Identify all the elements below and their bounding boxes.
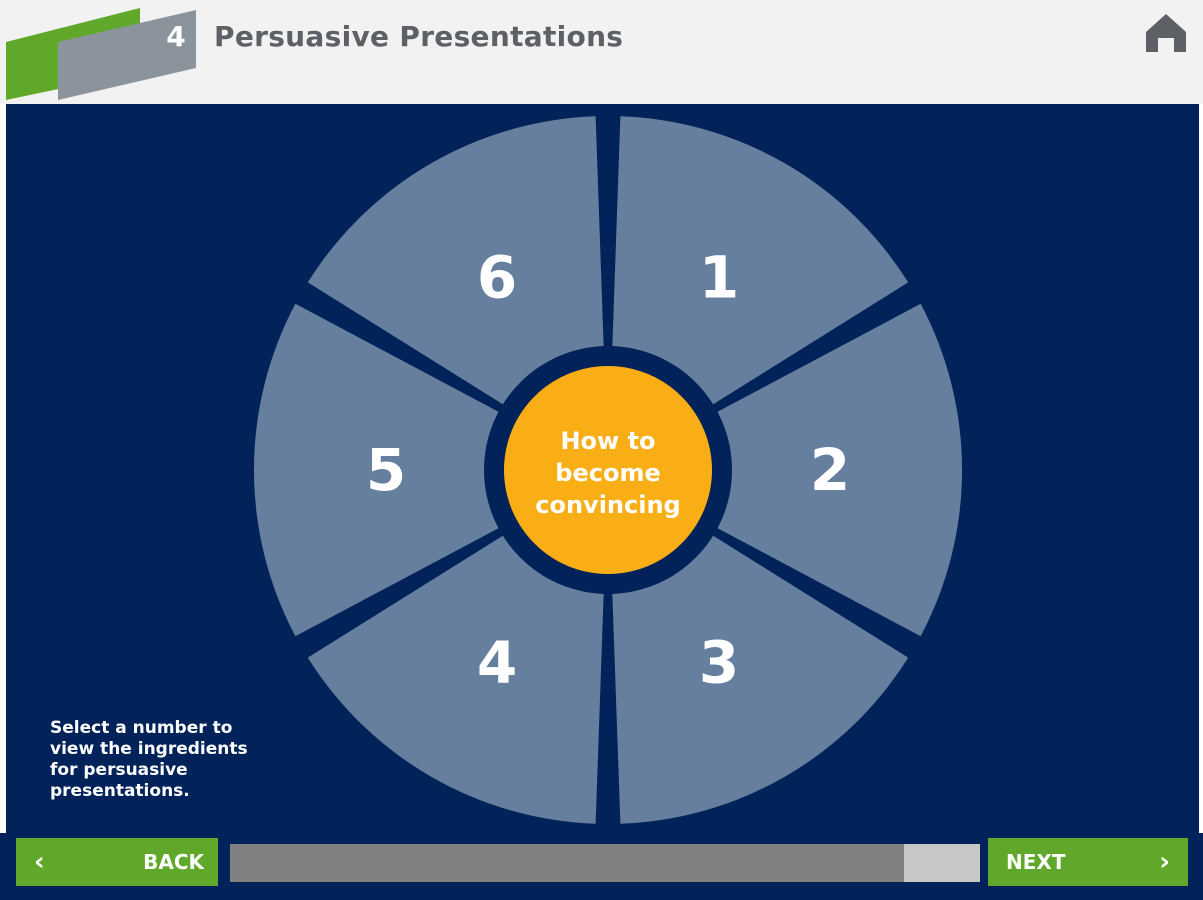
center-label-line-2: become <box>555 459 660 487</box>
back-label: BACK <box>143 850 204 874</box>
page-title: Persuasive Presentations <box>214 20 624 53</box>
chevron-right-icon: › <box>1159 847 1170 877</box>
chevron-left-icon: ‹ <box>34 847 45 877</box>
progress-fill <box>230 844 904 882</box>
home-button[interactable] <box>1140 10 1192 56</box>
header-bar: 4 Persuasive Presentations <box>0 0 1203 104</box>
wheel-segment-number-4[interactable]: 4 <box>477 628 517 696</box>
wheel-segment-number-6[interactable]: 6 <box>477 244 517 312</box>
instructions-text: Select a number to view the ingredients … <box>50 718 248 801</box>
wheel-segment-number-2[interactable]: 2 <box>810 436 850 504</box>
home-icon <box>1146 14 1186 52</box>
progress-bar <box>230 844 980 882</box>
next-button[interactable]: NEXT › <box>988 838 1188 886</box>
module-number: 4 <box>166 20 186 53</box>
center-label-line-1: How to <box>560 427 655 455</box>
next-label: NEXT <box>1006 850 1066 874</box>
wheel-segment-number-1[interactable]: 1 <box>699 244 739 312</box>
wheel-segment-number-3[interactable]: 3 <box>699 628 739 696</box>
back-button[interactable]: ‹ BACK <box>16 838 218 886</box>
center-label-line-3: convincing <box>535 491 680 519</box>
wheel-segment-number-5[interactable]: 5 <box>366 436 406 504</box>
